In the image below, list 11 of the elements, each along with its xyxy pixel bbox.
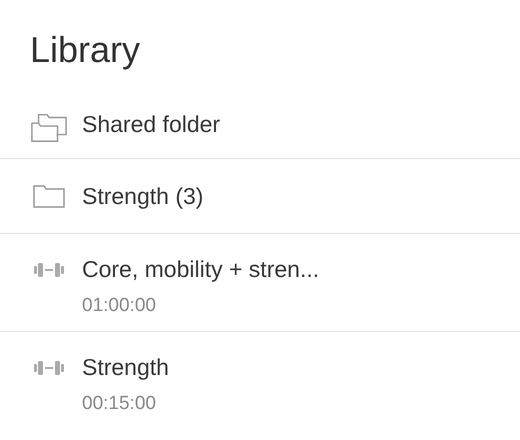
workout-name[interactable]: Core, mobility + stren... [82,256,320,283]
folder-name[interactable]: Shared folder [82,111,220,138]
workout-duration: 01:00:00 [82,295,157,317]
dumbbell-icon [34,262,64,278]
folder-icon [33,184,65,208]
workout-duration: 00:15:00 [82,393,157,415]
dumbbell-icon [34,360,64,376]
workout-name[interactable]: Strength [82,354,169,381]
folder-name[interactable]: Strength (3) [82,182,204,210]
page-title: Library [30,28,142,72]
shared-folder-icon [30,111,68,143]
